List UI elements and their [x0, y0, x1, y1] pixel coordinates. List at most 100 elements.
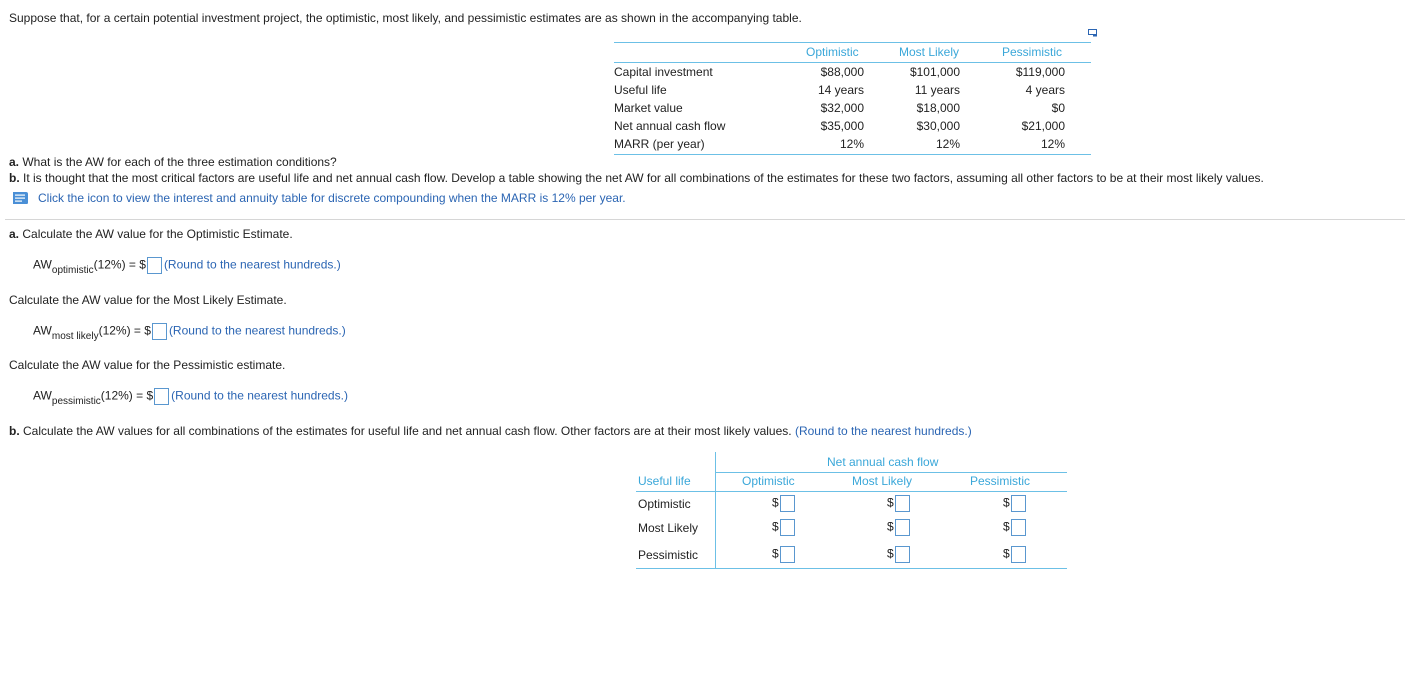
aw-input-opt-life-pes-cash[interactable] [1010, 495, 1026, 512]
answer-cell: $ [1003, 546, 1028, 563]
cell-optimistic: 12% [839, 137, 864, 151]
round-hint: (Round to the nearest hundreds.) [168, 323, 346, 338]
row-label: MARR (per year) [614, 137, 705, 151]
cell-optimistic: 14 years [817, 83, 864, 97]
aw-input-opt-life-opt-cash[interactable] [779, 495, 795, 512]
aw-label: AW [33, 257, 52, 272]
table-row: Net annual cash flow $35,000 $30,000 $21… [614, 119, 1091, 137]
table-row: Capital investment $88,000 $101,000 $119… [614, 65, 1091, 83]
round-hint: (Round to the nearest hundreds.) [163, 257, 341, 272]
answer-cell: $ [887, 495, 912, 512]
question-a-prefix: a. [9, 155, 20, 169]
cell-most-likely: 11 years [914, 83, 960, 97]
part-b-prompt: b. Calculate the AW values for all combi… [9, 424, 972, 438]
aw-optimistic-row: AWoptimistic(12%) = $ (Round to the neare… [33, 257, 341, 276]
group-header-rule [716, 472, 1067, 473]
cell-optimistic: $88,000 [820, 65, 864, 79]
answer-cell: $ [1003, 495, 1028, 512]
interest-table-link[interactable]: Click the icon to view the interest and … [38, 191, 626, 205]
round-hint: (Round to the nearest hundreds.) [171, 388, 348, 403]
estimates-table: Optimistic Most Likely Pessimistic Capit… [614, 42, 1091, 156]
currency: $ [1003, 546, 1010, 561]
aw-input-ml-life-opt-cash[interactable] [779, 519, 795, 536]
header-most-likely: Most Likely [852, 474, 913, 488]
cell-most-likely: $101,000 [909, 65, 960, 79]
cell-pessimistic: $119,000 [1015, 65, 1065, 79]
aw-input-opt-life-ml-cash[interactable] [894, 495, 910, 512]
part-b-prefix: b. [9, 424, 20, 438]
currency: $ [1003, 495, 1010, 510]
answer-cell: $ [1003, 519, 1028, 536]
header-pessimistic: Pessimistic [1002, 45, 1063, 59]
currency: $ [772, 546, 779, 561]
table-divider [715, 452, 716, 569]
part-a-text: Calculate the AW value for the Optimisti… [19, 227, 293, 241]
answer-cell: $ [772, 519, 797, 536]
row-label: Market value [614, 101, 683, 115]
header-optimistic: Optimistic [806, 45, 859, 59]
currency: $ [887, 546, 894, 561]
aw-optimistic-input[interactable] [146, 257, 162, 274]
currency: $ [887, 495, 894, 510]
expand-table-icon[interactable] [1088, 29, 1098, 37]
cell-pessimistic: $0 [1051, 101, 1065, 115]
answer-cell: $ [887, 519, 912, 536]
aw-subscript: pessimistic [51, 395, 101, 407]
header-most-likely: Most Likely [899, 45, 960, 59]
part-a-prefix: a. [9, 227, 20, 241]
header-useful-life: Useful life [638, 474, 691, 488]
question-b: b. It is thought that the most critical … [9, 171, 1264, 185]
question-a: a. What is the AW for each of the three … [9, 155, 337, 169]
cell-pessimistic: 12% [1040, 137, 1065, 151]
table-row: Useful life 14 years 11 years 4 years [614, 83, 1091, 101]
row-label: Useful life [614, 83, 667, 97]
currency: $ [772, 495, 779, 510]
table-header-rule [614, 62, 1091, 63]
currency: $ [1003, 519, 1010, 534]
aw-pessimistic-input[interactable] [154, 388, 170, 405]
question-b-prefix: b. [9, 171, 20, 185]
row-label: Capital investment [614, 65, 713, 79]
combinations-table: Net annual cash flow Useful life Optimis… [636, 452, 1067, 569]
aw-most-likely-row: AWmost likely(12%) = $ (Round to the near… [33, 323, 346, 342]
currency: $ [887, 519, 894, 534]
part-b-text: Calculate the AW values for all combinat… [19, 424, 792, 438]
aw-input-pes-life-ml-cash[interactable] [894, 546, 910, 563]
header-pessimistic: Pessimistic [970, 474, 1031, 488]
table-bottom-rule [636, 568, 1067, 569]
aw-rate: (12%) = $ [93, 257, 146, 272]
aw-input-pes-life-pes-cash[interactable] [1010, 546, 1026, 563]
row-label-optimistic: Optimistic [638, 497, 691, 511]
cell-optimistic: $35,000 [820, 119, 864, 133]
aw-input-ml-life-pes-cash[interactable] [1010, 519, 1026, 536]
answer-cell: $ [772, 546, 797, 563]
question-a-text: What is the AW for each of the three est… [19, 155, 337, 169]
header-optimistic: Optimistic [742, 474, 795, 488]
aw-input-pes-life-opt-cash[interactable] [779, 546, 795, 563]
cell-pessimistic: $21,000 [1021, 119, 1065, 133]
part-a-prompt: a. Calculate the AW value for the Optimi… [9, 227, 293, 241]
row-label-most-likely: Most Likely [638, 521, 699, 535]
cell-pessimistic: 4 years [1025, 83, 1065, 97]
cell-most-likely: 12% [935, 137, 960, 151]
aw-label: AW [33, 388, 52, 403]
pessimistic-prompt: Calculate the AW value for the Pessimist… [9, 358, 286, 372]
answer-cell: $ [772, 495, 797, 512]
table-row: Market value $32,000 $18,000 $0 [614, 101, 1091, 119]
aw-input-ml-life-ml-cash[interactable] [894, 519, 910, 536]
table-bottom-rule [614, 154, 1091, 155]
aw-rate: (12%) = $ [98, 323, 151, 338]
cell-most-likely: $30,000 [916, 119, 960, 133]
aw-subscript: most likely [51, 330, 99, 342]
aw-most-likely-input[interactable] [151, 323, 167, 340]
book-icon[interactable] [11, 191, 29, 205]
question-b-text: It is thought that the most critical fac… [19, 171, 1264, 185]
aw-subscript: optimistic [51, 264, 94, 276]
section-divider [5, 219, 1405, 220]
header-rule [636, 491, 1067, 492]
cell-most-likely: $18,000 [916, 101, 960, 115]
round-hint: (Round to the nearest hundreds.) [791, 424, 972, 438]
aw-pessimistic-row: AWpessimistic(12%) = $ (Round to the near… [33, 388, 348, 407]
group-header-net-annual-cash-flow: Net annual cash flow [827, 455, 939, 469]
most-likely-prompt: Calculate the AW value for the Most Like… [9, 293, 287, 307]
